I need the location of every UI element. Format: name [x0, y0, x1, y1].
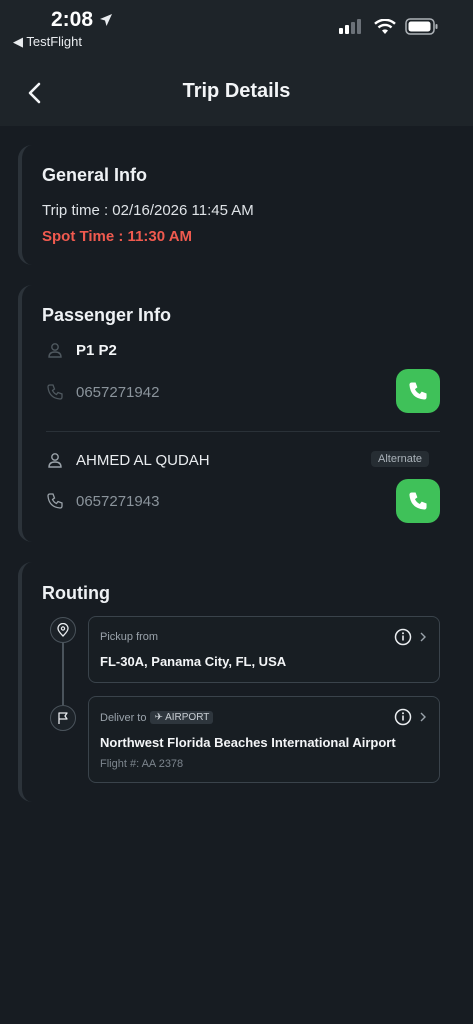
call-icon	[409, 492, 427, 510]
passenger-name: AHMED AL QUDAH	[76, 451, 210, 469]
alternate-badge: Alternate	[371, 451, 430, 467]
battery-icon	[405, 18, 438, 35]
plane-icon: ✈	[154, 712, 166, 723]
routing-card: Routing Pickup from FL-30A, Panama City,…	[18, 562, 473, 802]
general-info-card: General Info Trip time : 02/16/2026 11:4…	[18, 145, 473, 265]
wifi-icon	[374, 18, 396, 34]
pin-icon	[57, 623, 69, 637]
deliver-airport-name: Northwest Florida Beaches International …	[100, 735, 396, 750]
passenger-phone: 0657271942	[76, 383, 160, 401]
passenger-phone-row: 0657271943	[46, 492, 159, 510]
pickup-label: Pickup from	[100, 631, 159, 643]
passenger-name: P1 P2	[76, 341, 117, 359]
passenger-info-card: Passenger Info P1 P2 0657271942 AHMED AL…	[18, 285, 473, 542]
signal-icon	[339, 18, 361, 34]
pickup-marker	[50, 617, 76, 643]
airport-badge: ✈ AIRPORT	[150, 711, 214, 724]
passenger-phone: 0657271943	[76, 492, 160, 510]
flight-number: Flight #: AA 2378	[100, 758, 184, 770]
back-to-app-link[interactable]: ◀ TestFlight	[13, 34, 82, 50]
pickup-address: FL-30A, Panama City, FL, USA	[100, 654, 287, 669]
passenger-info-title: Passenger Info	[42, 305, 172, 325]
call-button[interactable]	[396, 479, 440, 523]
route-connector	[62, 642, 64, 705]
deliver-label-text: Deliver to	[100, 712, 147, 724]
phone-icon	[47, 493, 63, 509]
call-icon	[409, 382, 427, 400]
dropoff-marker	[50, 705, 76, 731]
top-bar: 2:08 ◀ TestFlight Trip Details	[0, 0, 473, 126]
chevron-right-icon[interactable]	[419, 711, 427, 723]
airport-tag: AIRPORT	[165, 712, 210, 723]
deliver-label: Deliver to ✈ AIRPORT	[100, 711, 214, 724]
status-time: 2:08	[51, 8, 94, 31]
call-button[interactable]	[396, 369, 440, 413]
person-icon	[48, 343, 62, 358]
page-title: Trip Details	[182, 80, 291, 102]
person-icon	[48, 453, 62, 468]
passenger-name-row: P1 P2	[46, 341, 117, 359]
pickup-box[interactable]: Pickup from FL-30A, Panama City, FL, USA	[88, 616, 440, 683]
chevron-right-icon[interactable]	[419, 631, 427, 643]
spot-time: Spot Time : 11:30 AM	[42, 228, 193, 245]
phone-icon	[47, 384, 63, 400]
routing-title: Routing	[42, 583, 110, 603]
passenger-name-row: AHMED AL QUDAH	[46, 451, 210, 469]
deliver-box[interactable]: Deliver to ✈ AIRPORT Northwest Florida Be…	[88, 696, 440, 783]
status-indicators	[339, 18, 439, 35]
info-icon[interactable]	[394, 708, 412, 726]
flag-icon	[58, 712, 68, 724]
passenger-phone-row: 0657271942	[46, 383, 159, 401]
info-icon[interactable]	[394, 628, 412, 646]
passenger-divider	[46, 431, 440, 432]
general-info-title: General Info	[42, 165, 148, 185]
location-arrow-icon	[100, 14, 112, 26]
trip-time: Trip time : 02/16/2026 11:45 AM	[42, 202, 254, 219]
